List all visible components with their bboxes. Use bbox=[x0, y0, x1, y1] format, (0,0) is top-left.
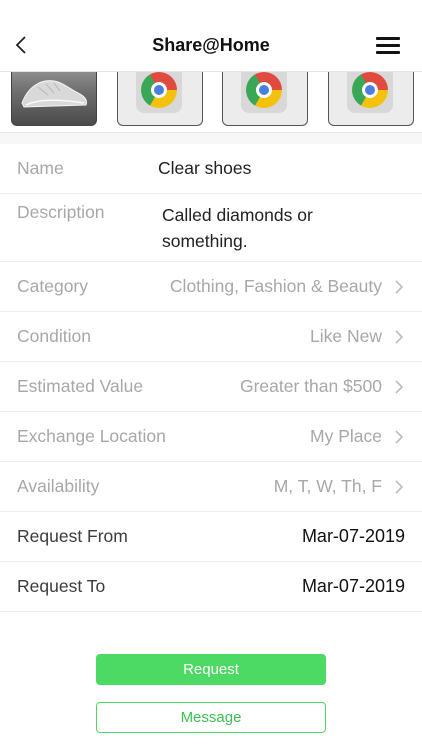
chevron-right-icon bbox=[395, 430, 404, 444]
chrome-logo-icon bbox=[347, 72, 393, 113]
estimated-value-label: Estimated Value bbox=[17, 376, 144, 396]
section-divider bbox=[0, 132, 422, 144]
description-label: Description bbox=[17, 202, 105, 222]
request-to-label: Request To bbox=[17, 576, 106, 596]
shoe-photo bbox=[21, 80, 87, 108]
row-description: Description Called diamonds or something… bbox=[0, 194, 422, 262]
availability-value: M, T, W, Th, F bbox=[273, 476, 382, 496]
request-button[interactable]: Request bbox=[96, 654, 326, 685]
row-condition[interactable]: Condition Like New bbox=[0, 312, 422, 362]
page-title: Share@Home bbox=[152, 35, 270, 55]
name-value: Clear shoes bbox=[158, 158, 252, 178]
availability-label: Availability bbox=[17, 476, 100, 496]
request-from-label: Request From bbox=[17, 526, 128, 546]
exchange-location-label: Exchange Location bbox=[17, 426, 166, 446]
item-details: Name Clear shoes Description Called diam… bbox=[0, 144, 422, 612]
gallery-placeholder-3[interactable] bbox=[222, 72, 308, 126]
message-button[interactable]: Message bbox=[96, 702, 326, 733]
chevron-right-icon bbox=[395, 480, 404, 494]
row-request-from[interactable]: Request From Mar-07-2019 bbox=[0, 512, 422, 562]
chevron-right-icon bbox=[395, 380, 404, 394]
chevron-right-icon bbox=[395, 330, 404, 344]
request-from-date[interactable]: Mar-07-2019 bbox=[302, 526, 405, 547]
name-label: Name bbox=[17, 158, 64, 178]
hamburger-menu-icon bbox=[376, 37, 400, 40]
row-exchange-location[interactable]: Exchange Location My Place bbox=[0, 412, 422, 462]
estimated-value-value: Greater than $500 bbox=[239, 376, 382, 396]
condition-value: Like New bbox=[310, 326, 382, 346]
condition-label: Condition bbox=[17, 326, 91, 346]
image-gallery bbox=[0, 72, 422, 132]
category-value: Clothing, Fashion & Beauty bbox=[169, 276, 382, 296]
row-request-to[interactable]: Request To Mar-07-2019 bbox=[0, 562, 422, 612]
category-label: Category bbox=[17, 276, 89, 296]
row-availability[interactable]: Availability M, T, W, Th, F bbox=[0, 462, 422, 512]
gallery-placeholder-2[interactable] bbox=[117, 72, 203, 126]
row-name: Name Clear shoes bbox=[0, 144, 422, 194]
app-header: Share@Home bbox=[0, 0, 422, 72]
menu-button[interactable] bbox=[376, 37, 400, 57]
chevron-right-icon bbox=[395, 280, 404, 294]
description-value: Called diamonds or something. bbox=[162, 205, 313, 251]
request-to-date[interactable]: Mar-07-2019 bbox=[302, 576, 405, 597]
exchange-location-value: My Place bbox=[310, 426, 382, 446]
gallery-placeholder-4[interactable] bbox=[328, 72, 414, 126]
chrome-logo-icon bbox=[136, 72, 182, 113]
row-category[interactable]: Category Clothing, Fashion & Beauty bbox=[0, 262, 422, 312]
row-estimated-value[interactable]: Estimated Value Greater than $500 bbox=[0, 362, 422, 412]
chrome-logo-icon bbox=[241, 72, 287, 113]
gallery-photo-1[interactable] bbox=[11, 72, 97, 126]
